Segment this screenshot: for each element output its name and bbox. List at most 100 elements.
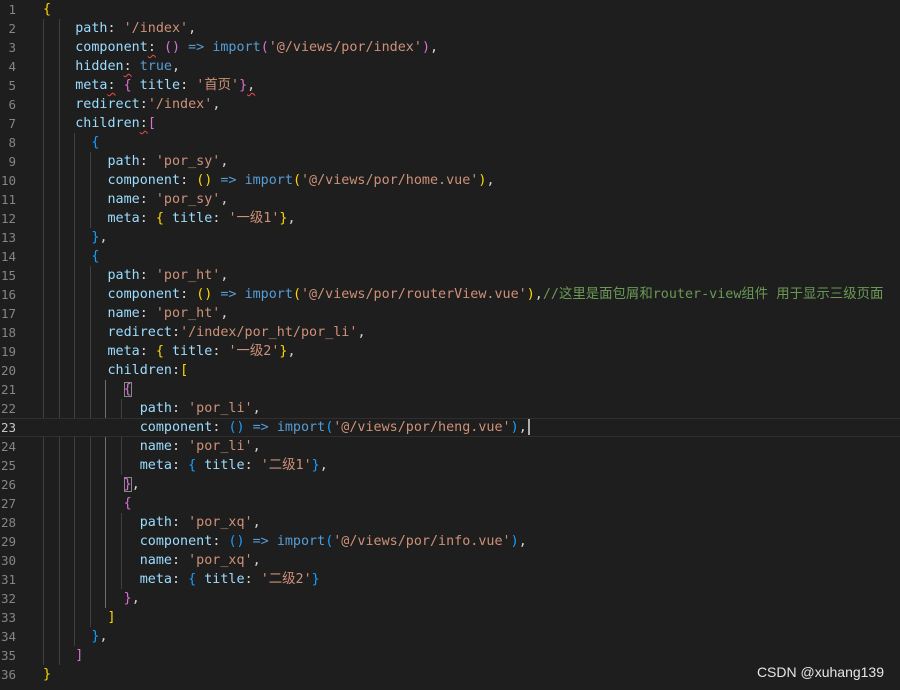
code-token: path (139, 515, 172, 530)
code-token: , (252, 515, 261, 530)
code-line[interactable]: 1{ (0, 0, 900, 19)
code-token: : (172, 363, 181, 378)
code-text: path: 'por_li', (43, 399, 261, 418)
code-line[interactable]: 3 component: () => import('@/views/por/i… (0, 38, 900, 57)
code-token: path (75, 21, 108, 36)
code-line[interactable]: 25 meta: { title: '二级1'}, (0, 456, 900, 475)
code-token: component (75, 40, 148, 55)
code-line[interactable]: 8 { (0, 133, 900, 152)
code-line[interactable]: 7 children:[ (0, 114, 900, 133)
code-token: { (155, 211, 164, 226)
code-token: : (212, 344, 229, 359)
line-number: 31 (0, 572, 16, 587)
code-line[interactable]: 2 path: '/index', (0, 19, 900, 38)
line-number: 36 (0, 667, 16, 682)
code-token: redirect (75, 97, 140, 112)
code-token: , (172, 59, 181, 74)
code-line[interactable]: 16 component: () => import('@/views/por/… (0, 285, 900, 304)
code-token: : (180, 173, 197, 188)
code-line[interactable]: 24 name: 'por_li', (0, 437, 900, 456)
code-token: } (311, 458, 320, 473)
code-line[interactable]: 21 { (0, 380, 900, 399)
code-line[interactable]: 5 meta: { title: '首页'}, (0, 76, 900, 95)
code-token: ) (421, 40, 430, 55)
code-token: import (276, 534, 326, 549)
code-editor[interactable]: 1{2 path: '/index', 3 component: () => im… (0, 0, 900, 690)
code-text: path: 'por_xq', (43, 513, 261, 532)
code-token: , (212, 97, 221, 112)
code-token: children (75, 116, 140, 131)
code-line[interactable]: 10 component: () => import('@/views/por/… (0, 171, 900, 190)
code-line[interactable]: 18 redirect:'/index/por_ht/por_li', (0, 323, 900, 342)
code-token: { (91, 249, 100, 264)
code-token: , (220, 192, 229, 207)
code-line[interactable]: 4 hidden: true, (0, 57, 900, 76)
code-token: name (107, 192, 140, 207)
code-token: path (107, 268, 140, 283)
code-text: meta: { title: '二级1'}, (43, 456, 328, 475)
code-token: hidden (75, 59, 124, 74)
code-line[interactable]: 28 path: 'por_xq', (0, 513, 900, 532)
code-token: : (172, 325, 181, 340)
code-token: : (139, 211, 156, 226)
code-line[interactable]: 22 path: 'por_li', (0, 399, 900, 418)
code-text: }, (43, 627, 107, 646)
code-token: } (123, 477, 132, 492)
code-token: name (139, 439, 172, 454)
code-token: [ (147, 116, 156, 131)
code-token: , (430, 40, 439, 55)
code-line[interactable]: 9 path: 'por_sy', (0, 152, 900, 171)
code-line[interactable]: 14 { (0, 247, 900, 266)
code-token: title (172, 211, 213, 226)
code-line[interactable]: 32 }, (0, 589, 900, 608)
code-line[interactable]: 27 { (0, 494, 900, 513)
code-line[interactable]: 19 meta: { title: '一级2'}, (0, 342, 900, 361)
code-line[interactable]: 23 component: () => import('@/views/por/… (0, 418, 900, 437)
code-token: : (139, 97, 148, 112)
code-text: children:[ (43, 361, 189, 380)
code-token: '@/views/por/home.vue' (301, 173, 479, 188)
code-token: 'por_sy' (155, 154, 221, 169)
code-token: meta (139, 458, 172, 473)
code-line[interactable]: 13 }, (0, 228, 900, 247)
code-token: : (139, 154, 156, 169)
code-line[interactable]: 30 name: 'por_xq', (0, 551, 900, 570)
code-token: => (188, 40, 205, 55)
code-token: ( (292, 287, 301, 302)
code-line[interactable]: 12 meta: { title: '一级1'}, (0, 209, 900, 228)
code-line[interactable]: 33 ] (0, 608, 900, 627)
line-number: 9 (8, 154, 16, 169)
code-line[interactable]: 15 path: 'por_ht', (0, 266, 900, 285)
code-line[interactable]: 6 redirect:'/index', (0, 95, 900, 114)
code-line[interactable]: 26 }, (0, 475, 900, 494)
code-line[interactable]: 17 name: 'por_ht', (0, 304, 900, 323)
code-token: , (486, 173, 495, 188)
line-number: 18 (0, 325, 16, 340)
code-token: : (212, 534, 229, 549)
code-token: import (276, 420, 326, 435)
code-line[interactable]: 11 name: 'por_sy', (0, 190, 900, 209)
code-line[interactable]: 31 meta: { title: '二级2'} (0, 570, 900, 589)
code-token: ) (510, 420, 519, 435)
code-line[interactable]: 20 children:[ (0, 361, 900, 380)
code-line[interactable]: 35 ] (0, 646, 900, 665)
code-token: , (319, 458, 328, 473)
code-token: => (252, 420, 269, 435)
code-token: '一级1' (228, 211, 280, 226)
code-line[interactable]: 29 component: () => import('@/views/por/… (0, 532, 900, 551)
code-token: => (220, 173, 237, 188)
code-token: , (534, 287, 543, 302)
code-text: name: 'por_li', (43, 437, 261, 456)
code-line[interactable]: 34 }, (0, 627, 900, 646)
code-token: { (188, 458, 197, 473)
